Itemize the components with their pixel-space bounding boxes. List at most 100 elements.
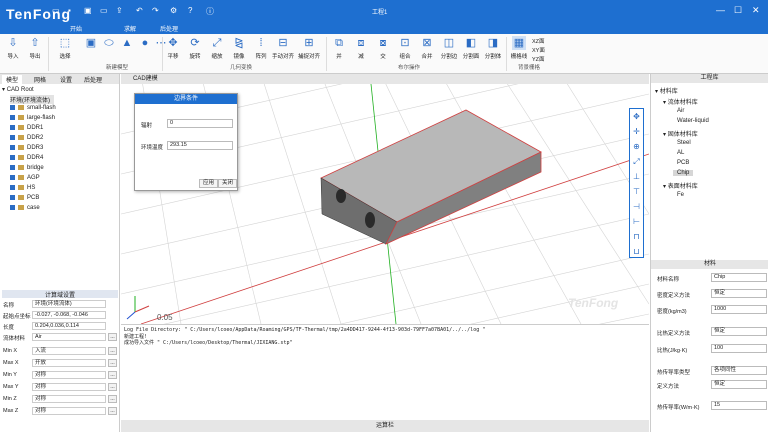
settings-icon[interactable]: ⚙: [170, 6, 177, 15]
material-field[interactable]: 恒定: [711, 327, 767, 336]
export-button[interactable]: ⇧ 导出: [24, 36, 46, 60]
boundary-more-button[interactable]: ...: [108, 395, 117, 403]
grid-button[interactable]: ▦ 栅格线: [508, 36, 530, 60]
import-button[interactable]: ⇩ 导入: [2, 36, 24, 60]
material-steel[interactable]: Steel: [677, 140, 691, 146]
visibility-checkbox[interactable]: [10, 175, 15, 180]
navigate-icon[interactable]: ✥: [630, 109, 643, 124]
material-library-root[interactable]: ▾ 材料库: [655, 86, 678, 95]
boundary-more-button[interactable]: ...: [108, 359, 117, 367]
material-air[interactable]: Air: [677, 108, 684, 114]
boundary-more-button[interactable]: ...: [108, 347, 117, 355]
tree-env[interactable]: 环境(环境流体): [10, 95, 54, 104]
open-file-icon[interactable]: ▭: [52, 6, 60, 15]
tree-item[interactable]: DDR3: [10, 145, 43, 151]
tab-postprocess[interactable]: 后处理: [160, 24, 178, 33]
visibility-checkbox[interactable]: [10, 105, 15, 110]
merge-button[interactable]: ⊠ 合并: [416, 36, 438, 60]
material-field[interactable]: 各项同性: [711, 366, 767, 375]
material-field[interactable]: 1000: [711, 305, 767, 314]
visibility-checkbox[interactable]: [10, 145, 15, 150]
tree-item[interactable]: DDR1: [10, 125, 43, 131]
material-field[interactable]: 100: [711, 344, 767, 353]
tree-item[interactable]: DDR2: [10, 135, 43, 141]
material-pcb[interactable]: PCB: [677, 160, 689, 166]
close-button[interactable]: ✕: [752, 5, 760, 16]
boundary-select[interactable]: 对称: [32, 383, 106, 391]
help-icon[interactable]: ?: [188, 6, 192, 15]
visibility-checkbox[interactable]: [10, 205, 15, 210]
array-button[interactable]: ⁞ 阵列: [250, 36, 272, 60]
tree-item[interactable]: case: [10, 205, 40, 211]
undo-icon[interactable]: ↶: [136, 6, 143, 15]
material-field[interactable]: Chip: [711, 273, 767, 282]
tab-model[interactable]: 模型: [2, 75, 23, 84]
tree-root[interactable]: ▾ CAD Root: [2, 86, 34, 93]
boundary-more-button[interactable]: ...: [108, 371, 117, 379]
material-chip[interactable]: Chip: [673, 170, 694, 176]
tree-item[interactable]: HS: [10, 185, 35, 191]
fluid-select[interactable]: Air: [32, 333, 106, 341]
pan-icon[interactable]: ✛: [630, 124, 643, 139]
visibility-checkbox[interactable]: [10, 115, 15, 120]
minimize-button[interactable]: —: [716, 5, 725, 15]
export-icon[interactable]: ⇪: [116, 6, 123, 15]
union-button[interactable]: ⧉ 并: [328, 36, 350, 60]
view-front-icon[interactable]: ⊥: [630, 169, 643, 184]
redo-icon[interactable]: ↷: [152, 6, 159, 15]
split-body-button[interactable]: ◨ 分割体: [482, 36, 504, 60]
save-as-icon[interactable]: ▣: [84, 6, 92, 15]
maximize-button[interactable]: ☐: [734, 5, 742, 16]
visibility-checkbox[interactable]: [10, 125, 15, 130]
tab-solve[interactable]: 求解: [124, 24, 136, 33]
tab-mesh[interactable]: 网格: [34, 75, 46, 84]
boundary-select[interactable]: 入流: [32, 347, 106, 355]
material-water[interactable]: Water-liquid: [677, 118, 709, 124]
fluid-more-button[interactable]: ...: [108, 333, 117, 341]
select-button[interactable]: ⬚ 选择: [54, 36, 76, 60]
tree-item[interactable]: DDR4: [10, 155, 43, 161]
snap-align-button[interactable]: ⊞ 捕捉对齐: [298, 36, 320, 60]
material-field[interactable]: 15: [711, 401, 767, 410]
solid-library[interactable]: ▾ 固体材料库: [663, 129, 698, 138]
intersect-button[interactable]: ⧇ 交: [372, 36, 394, 60]
canvas-tab[interactable]: CAD建模: [121, 74, 649, 84]
tree-item[interactable]: large-flash: [10, 115, 55, 121]
subtract-button[interactable]: ⧈ 减: [350, 36, 372, 60]
boundary-select[interactable]: 对称: [32, 371, 106, 379]
new-file-icon[interactable]: ▫: [36, 6, 39, 15]
material-al[interactable]: AL: [677, 150, 684, 156]
chip-model[interactable]: [320, 109, 542, 245]
fluid-library[interactable]: ▾ 流体材料库: [663, 97, 698, 106]
zoom-icon[interactable]: ⊕: [630, 139, 643, 154]
boundary-more-button[interactable]: ...: [108, 407, 117, 415]
tree-item[interactable]: small-flash: [10, 105, 56, 111]
domain-length-field[interactable]: 0.204,0.036,0.114: [32, 322, 106, 330]
folder-icon[interactable]: ▭: [100, 6, 108, 15]
boundary-select[interactable]: 对称: [32, 407, 106, 415]
tree-item[interactable]: PCB: [10, 195, 39, 201]
visibility-checkbox[interactable]: [10, 165, 15, 170]
view-iso-icon[interactable]: ⊔: [630, 244, 643, 259]
split-edge-button[interactable]: ◫ 分割边: [438, 36, 460, 60]
mirror-button[interactable]: ⧎ 镜像: [228, 36, 250, 60]
xy-plane-option[interactable]: XY面: [532, 46, 545, 54]
domain-origin-field[interactable]: -0.027, -0.068, -0.046: [32, 311, 106, 319]
view-right-icon[interactable]: ⊢: [630, 214, 643, 229]
combine-button[interactable]: ⊡ 组合: [394, 36, 416, 60]
visibility-checkbox[interactable]: [10, 195, 15, 200]
apply-button[interactable]: 应用: [199, 179, 219, 188]
scale-button[interactable]: ⤢ 缩放: [206, 36, 228, 60]
xz-plane-option[interactable]: XZ面: [532, 37, 545, 45]
boundary-select[interactable]: 开放: [32, 359, 106, 367]
tree-item[interactable]: bridge: [10, 165, 44, 171]
split-face-button[interactable]: ◧ 分割面: [460, 36, 482, 60]
tree-item[interactable]: AGP: [10, 175, 40, 181]
material-fe[interactable]: Fe: [677, 192, 684, 198]
boundary-more-button[interactable]: ...: [108, 383, 117, 391]
visibility-checkbox[interactable]: [10, 155, 15, 160]
close-dialog-button[interactable]: 关闭: [218, 179, 237, 188]
view-left-icon[interactable]: ⊣: [630, 199, 643, 214]
view-top-icon[interactable]: ⊓: [630, 229, 643, 244]
material-field[interactable]: 恒定: [711, 380, 767, 389]
